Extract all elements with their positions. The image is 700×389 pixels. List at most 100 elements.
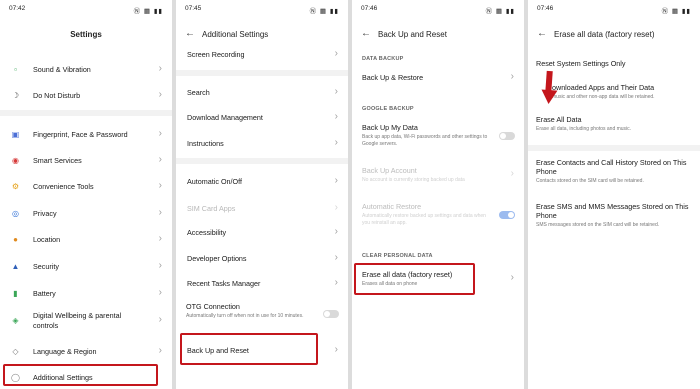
otg-toggle[interactable] [323,310,339,318]
settings-item-security[interactable]: ▲ Security › [0,256,172,278]
status-time: 07:45 [185,5,202,12]
settings-item-location[interactable]: ● Location › [0,229,172,251]
settings-item-label: Security [33,262,59,271]
reset-system-settings-title: Reset System Settings Only [536,59,626,68]
chevron-right-icon: › [334,48,338,59]
menu-item-accessibility[interactable]: Accessibility › [176,222,348,244]
section-header-data-backup: DATA BACKUP [362,56,404,62]
menu-item-search[interactable]: Search › [176,82,348,104]
settings-item-label: Do Not Disturb [33,91,81,100]
speaker-icon: ▫ [14,65,17,74]
menu-item-download-management[interactable]: Download Management › [176,107,348,129]
tutorial-screenshots: 07:42 Ⓝ ▦ ▮▮ Settings ▫ Sound & Vibratio… [0,0,700,389]
chevron-right-icon: › [158,154,162,165]
erase-contacts-title: Erase Contacts and Call History Stored o… [536,158,687,176]
chevron-right-icon: › [334,277,338,288]
chevron-right-icon: › [334,202,338,213]
settings-item-label: Location [33,235,61,244]
menu-item-label: Automatic On/Off [187,177,242,186]
lock-icon: ▣ [11,130,20,139]
menu-item-screen-recording[interactable]: Screen Recording › [176,44,348,66]
section-header-clear-personal-data: CLEAR PERSONAL DATA [362,253,433,259]
location-pin-icon: ● [13,235,18,244]
menu-item-automatic-restore: Automatic Restore Automatically restore … [362,202,494,226]
settings-item-privacy[interactable]: ◎ Privacy › [0,203,172,225]
chevron-right-icon: › [510,71,514,82]
settings-item-label: Language & Region [33,347,97,356]
menu-item-label: Developer Options [187,254,247,263]
shield-icon: ▲ [11,262,20,271]
settings-screen: 07:42 Ⓝ ▦ ▮▮ Settings ▫ Sound & Vibratio… [0,0,172,389]
back-arrow-icon[interactable]: ← [537,28,547,39]
automatic-restore-description: Automatically restore backed up settings… [362,213,486,226]
backup-my-data-description: Back up app data, Wi-Fi passwords and ot… [362,134,488,147]
menu-item-developer-options[interactable]: Developer Options › [176,248,348,270]
chevron-right-icon: › [334,86,338,97]
status-time: 07:46 [537,5,554,12]
otg-description: Automatically turn off when not in use f… [186,313,304,319]
highlight-box [354,263,475,295]
chevron-right-icon: › [158,287,162,298]
back-arrow-icon[interactable]: ← [185,28,195,39]
chevron-right-icon: › [334,252,338,263]
settings-item-smart-services[interactable]: ◉ Smart Services › [0,150,172,172]
option-erase-sms-mms[interactable]: Erase SMS and MMS Messages Stored on Thi… [536,202,692,229]
additional-settings-screen: 07:45 Ⓝ ▦ ▮▮ ← Additional Settings Scree… [176,0,348,389]
section-divider [176,158,348,164]
status-icons: Ⓝ ▦ ▮▮ [309,8,339,15]
settings-item-label: Sound & Vibration [33,65,91,74]
menu-item-backup-my-data[interactable]: Back Up My Data Back up app data, Wi-Fi … [362,123,494,147]
chevron-right-icon: › [510,272,514,283]
settings-item-digital-wellbeing[interactable]: ◈ Digital Wellbeing & parental controls … [0,310,172,332]
option-erase-contacts-call-history[interactable]: Erase Contacts and Call History Stored o… [536,158,692,185]
settings-item-label: Smart Services [33,156,82,165]
menu-item-label: Back Up & Restore [362,73,424,82]
eye-icon: ◎ [12,209,19,218]
chevron-right-icon: › [158,207,162,218]
settings-item-fingerprint[interactable]: ▣ Fingerprint, Face & Password › [0,124,172,146]
menu-item-backup-restore[interactable]: Back Up & Restore › [352,67,524,89]
erase-sms-title: Erase SMS and MMS Messages Stored on Thi… [536,202,689,220]
chevron-right-icon: › [334,344,338,355]
moon-icon: ☽ [11,91,20,100]
settings-item-battery[interactable]: ▮ Battery › [0,283,172,305]
tools-icon: ⚙ [11,182,20,191]
menu-item-label: SIM Card Apps [187,204,236,213]
status-icons: Ⓝ ▦ ▮▮ [661,8,691,15]
chevron-right-icon: › [158,345,162,356]
settings-item-language[interactable]: ◇ Language & Region › [0,341,172,363]
settings-item-sound[interactable]: ▫ Sound & Vibration › [0,59,172,81]
menu-item-label: Accessibility [187,228,227,237]
erase-contacts-description: Contacts stored on the SIM card will be … [536,178,644,184]
back-arrow-icon[interactable]: ← [361,28,371,39]
settings-item-convenience-tools[interactable]: ⚙ Convenience Tools › [0,176,172,198]
battery-icon: ▮ [13,289,18,298]
erase-downloaded-apps-title: ownloaded Apps and Their Data [552,83,655,92]
option-erase-all-data[interactable]: Erase All Data Erase all data, including… [536,115,676,133]
settings-item-dnd[interactable]: ☽ Do Not Disturb › [0,85,172,107]
option-erase-downloaded-apps[interactable]: ownloaded Apps and Their Data music and … [552,83,694,101]
erase-all-data-title: Erase All Data [536,115,582,124]
backup-my-data-toggle[interactable] [499,132,515,140]
menu-item-instructions[interactable]: Instructions › [176,133,348,155]
wellbeing-icon: ◈ [12,316,19,325]
page-title: Erase all data (factory reset) [554,30,655,39]
section-divider [0,110,172,116]
option-reset-system-settings[interactable]: Reset System Settings Only [536,59,676,68]
status-bar: 07:46 Ⓝ ▦ ▮▮ [361,5,515,15]
status-icons: Ⓝ ▦ ▮▮ [485,8,515,15]
menu-item-automatic-on-off[interactable]: Automatic On/Off › [176,171,348,193]
menu-item-otg-connection[interactable]: OTG Connection Automatically turn off wh… [186,302,318,320]
page-title: Back Up and Reset [378,30,447,39]
otg-title: OTG Connection [186,302,240,311]
erase-all-data-screen: 07:46 Ⓝ ▦ ▮▮ ← Erase all data (factory r… [528,0,700,389]
chevron-right-icon: › [510,168,514,179]
chevron-right-icon: › [334,111,338,122]
menu-item-recent-tasks[interactable]: Recent Tasks Manager › [176,273,348,295]
erase-sms-description: SMS messages stored on the SIM card will… [536,222,660,228]
section-divider [528,145,700,151]
section-header-google-backup: GOOGLE BACKUP [362,106,414,112]
automatic-restore-title: Automatic Restore [362,202,422,211]
page-title: Settings [70,30,102,39]
chevron-right-icon: › [158,260,162,271]
